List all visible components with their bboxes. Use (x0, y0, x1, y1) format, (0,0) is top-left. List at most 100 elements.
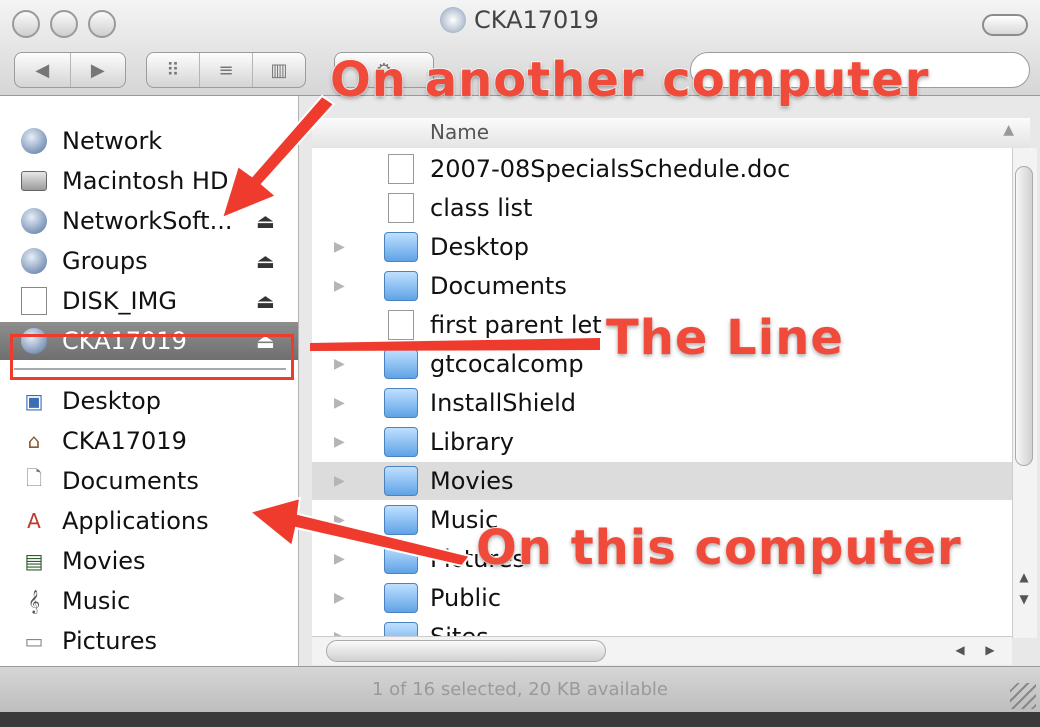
disclosure-triangle-icon[interactable]: ▶ (334, 551, 345, 567)
document-icon (388, 310, 414, 340)
file-list-row[interactable]: 2007-08SpecialsSchedule.doc (312, 150, 1012, 188)
name-column-header[interactable]: Name (430, 120, 489, 144)
disclosure-triangle-icon[interactable]: ▶ (334, 395, 345, 411)
eject-icon[interactable]: ⏏ (256, 209, 275, 233)
sort-ascending-icon: ▲ (1003, 122, 1014, 138)
sidebar-item-label: NetworkSoft... (62, 207, 233, 235)
resize-grip-icon[interactable] (1010, 683, 1036, 709)
annotation-highlight-box (10, 334, 294, 380)
file-name: first parent let (430, 311, 602, 339)
sidebar-item-label: Music (62, 587, 131, 615)
disclosure-triangle-icon[interactable]: ▶ (334, 278, 345, 294)
folder-icon (384, 583, 418, 613)
disclosure-triangle-icon[interactable]: ▶ (334, 434, 345, 450)
network-globe-icon (20, 127, 48, 155)
disclosure-triangle-icon[interactable]: ▶ (334, 356, 345, 372)
file-list-row[interactable]: ▶ Movies (312, 462, 1012, 500)
folder-icon (384, 232, 418, 262)
status-bar: 1 of 16 selected, 20 KB available (0, 666, 1040, 712)
eject-icon[interactable]: ⏏ (256, 289, 275, 313)
toolbar-toggle-button[interactable] (982, 14, 1028, 36)
file-name: 2007-08SpecialsSchedule.doc (430, 155, 791, 183)
sidebar-item-macintosh-hd[interactable]: Macintosh HD (0, 162, 298, 200)
back-button[interactable]: ◀ (15, 53, 71, 87)
desktop-icon: ▣ (24, 389, 44, 413)
window-title: CKA17019 (440, 6, 599, 34)
sidebar-item-groups[interactable]: Groups ⏏ (0, 242, 298, 280)
scroll-right-icon[interactable]: ▶ (985, 643, 994, 657)
music-icon: 𝄞 (28, 589, 40, 613)
document-icon (388, 154, 414, 184)
scroll-up-icon[interactable]: ▲ (1012, 566, 1036, 588)
horizontal-scroll-thumb[interactable] (326, 640, 606, 662)
icon-view-button[interactable]: ⠿ (147, 53, 200, 87)
folder-icon (384, 349, 418, 379)
minimize-button[interactable] (50, 10, 78, 38)
zoom-button[interactable] (88, 10, 116, 38)
movies-icon: ▤ (24, 549, 44, 573)
file-list-row[interactable]: ▶ Public (312, 579, 1012, 617)
sidebar-item-home[interactable]: ⌂ CKA17019 (0, 422, 298, 460)
file-name: Desktop (430, 233, 529, 261)
file-name: Library (430, 428, 514, 456)
file-name: Movies (430, 467, 514, 495)
status-text: 1 of 16 selected, 20 KB available (371, 679, 669, 700)
folder-icon (384, 388, 418, 418)
view-mode-control[interactable]: ⠿ ≡ ▥ (146, 52, 306, 88)
sidebar-item-label: CKA17019 (62, 427, 187, 455)
file-list-row[interactable]: ▶ Desktop (312, 228, 1012, 266)
sidebar-item-movies[interactable]: ▤ Movies (0, 542, 298, 580)
disclosure-triangle-icon[interactable]: ▶ (334, 512, 345, 528)
eject-icon[interactable]: ⏏ (256, 249, 275, 273)
folder-icon (384, 427, 418, 457)
documents-icon: 🗋 (25, 466, 43, 490)
sidebar-item-network[interactable]: Network (0, 122, 298, 160)
disclosure-triangle-icon[interactable]: ▶ (334, 590, 345, 606)
file-list-row[interactable]: ▶ Sites (312, 618, 1012, 638)
disclosure-triangle-icon[interactable]: ▶ (334, 473, 345, 489)
file-list-row[interactable]: ▶ Documents (312, 267, 1012, 305)
column-view-button[interactable]: ▥ (253, 53, 305, 87)
folder-icon (384, 271, 418, 301)
scroll-left-icon[interactable]: ◀ (955, 643, 964, 657)
horizontal-scroll-arrows[interactable]: ◀ ▶ (945, 636, 1005, 664)
sidebar: Network Macintosh HD NetworkSoft... ⏏ Gr… (0, 96, 299, 666)
folder-icon (384, 505, 418, 535)
sidebar-item-pictures[interactable]: ▭ Pictures (0, 622, 298, 660)
hard-drive-icon (20, 167, 48, 195)
vertical-scrollbar[interactable] (1012, 148, 1037, 638)
network-volume-icon (20, 207, 48, 235)
sidebar-item-documents[interactable]: 🗋 Documents (0, 462, 298, 500)
file-list-row[interactable]: ▶ Library (312, 423, 1012, 461)
sidebar-item-label: Macintosh HD (62, 167, 229, 195)
list-view-button[interactable]: ≡ (200, 53, 253, 87)
file-name: class list (430, 194, 533, 222)
file-name: gtcocalcomp (430, 350, 584, 378)
sidebar-item-desktop[interactable]: ▣ Desktop (0, 382, 298, 420)
sidebar-item-applications[interactable]: A Applications (0, 502, 298, 540)
close-button[interactable] (12, 10, 40, 38)
file-list-row[interactable]: ▶ InstallShield (312, 384, 1012, 422)
sidebar-item-label: Pictures (62, 627, 158, 655)
sidebar-item-label: Groups (62, 247, 148, 275)
file-list-row[interactable]: class list (312, 189, 1012, 227)
network-volume-icon (440, 7, 466, 33)
vertical-scroll-thumb[interactable] (1015, 166, 1033, 466)
folder-icon (384, 544, 418, 574)
back-forward-control[interactable]: ◀ ▶ (14, 52, 126, 88)
applications-icon: A (27, 509, 41, 533)
home-icon: ⌂ (27, 429, 41, 453)
sidebar-item-disk-img[interactable]: DISK_IMG ⏏ (0, 282, 298, 320)
sidebar-item-label: Network (62, 127, 163, 155)
horizontal-scrollbar[interactable] (312, 636, 1012, 665)
sidebar-item-label: DISK_IMG (62, 287, 177, 315)
pictures-icon: ▭ (24, 629, 44, 653)
sidebar-item-networksoft[interactable]: NetworkSoft... ⏏ (0, 202, 298, 240)
sidebar-item-music[interactable]: 𝄞 Music (0, 582, 298, 620)
forward-button[interactable]: ▶ (71, 53, 126, 87)
scroll-down-icon[interactable]: ▼ (1012, 588, 1036, 610)
vertical-scroll-arrows[interactable]: ▲ ▼ (1012, 566, 1036, 610)
disclosure-triangle-icon[interactable]: ▶ (334, 239, 345, 255)
document-icon (388, 193, 414, 223)
sidebar-item-label: Documents (62, 467, 199, 495)
